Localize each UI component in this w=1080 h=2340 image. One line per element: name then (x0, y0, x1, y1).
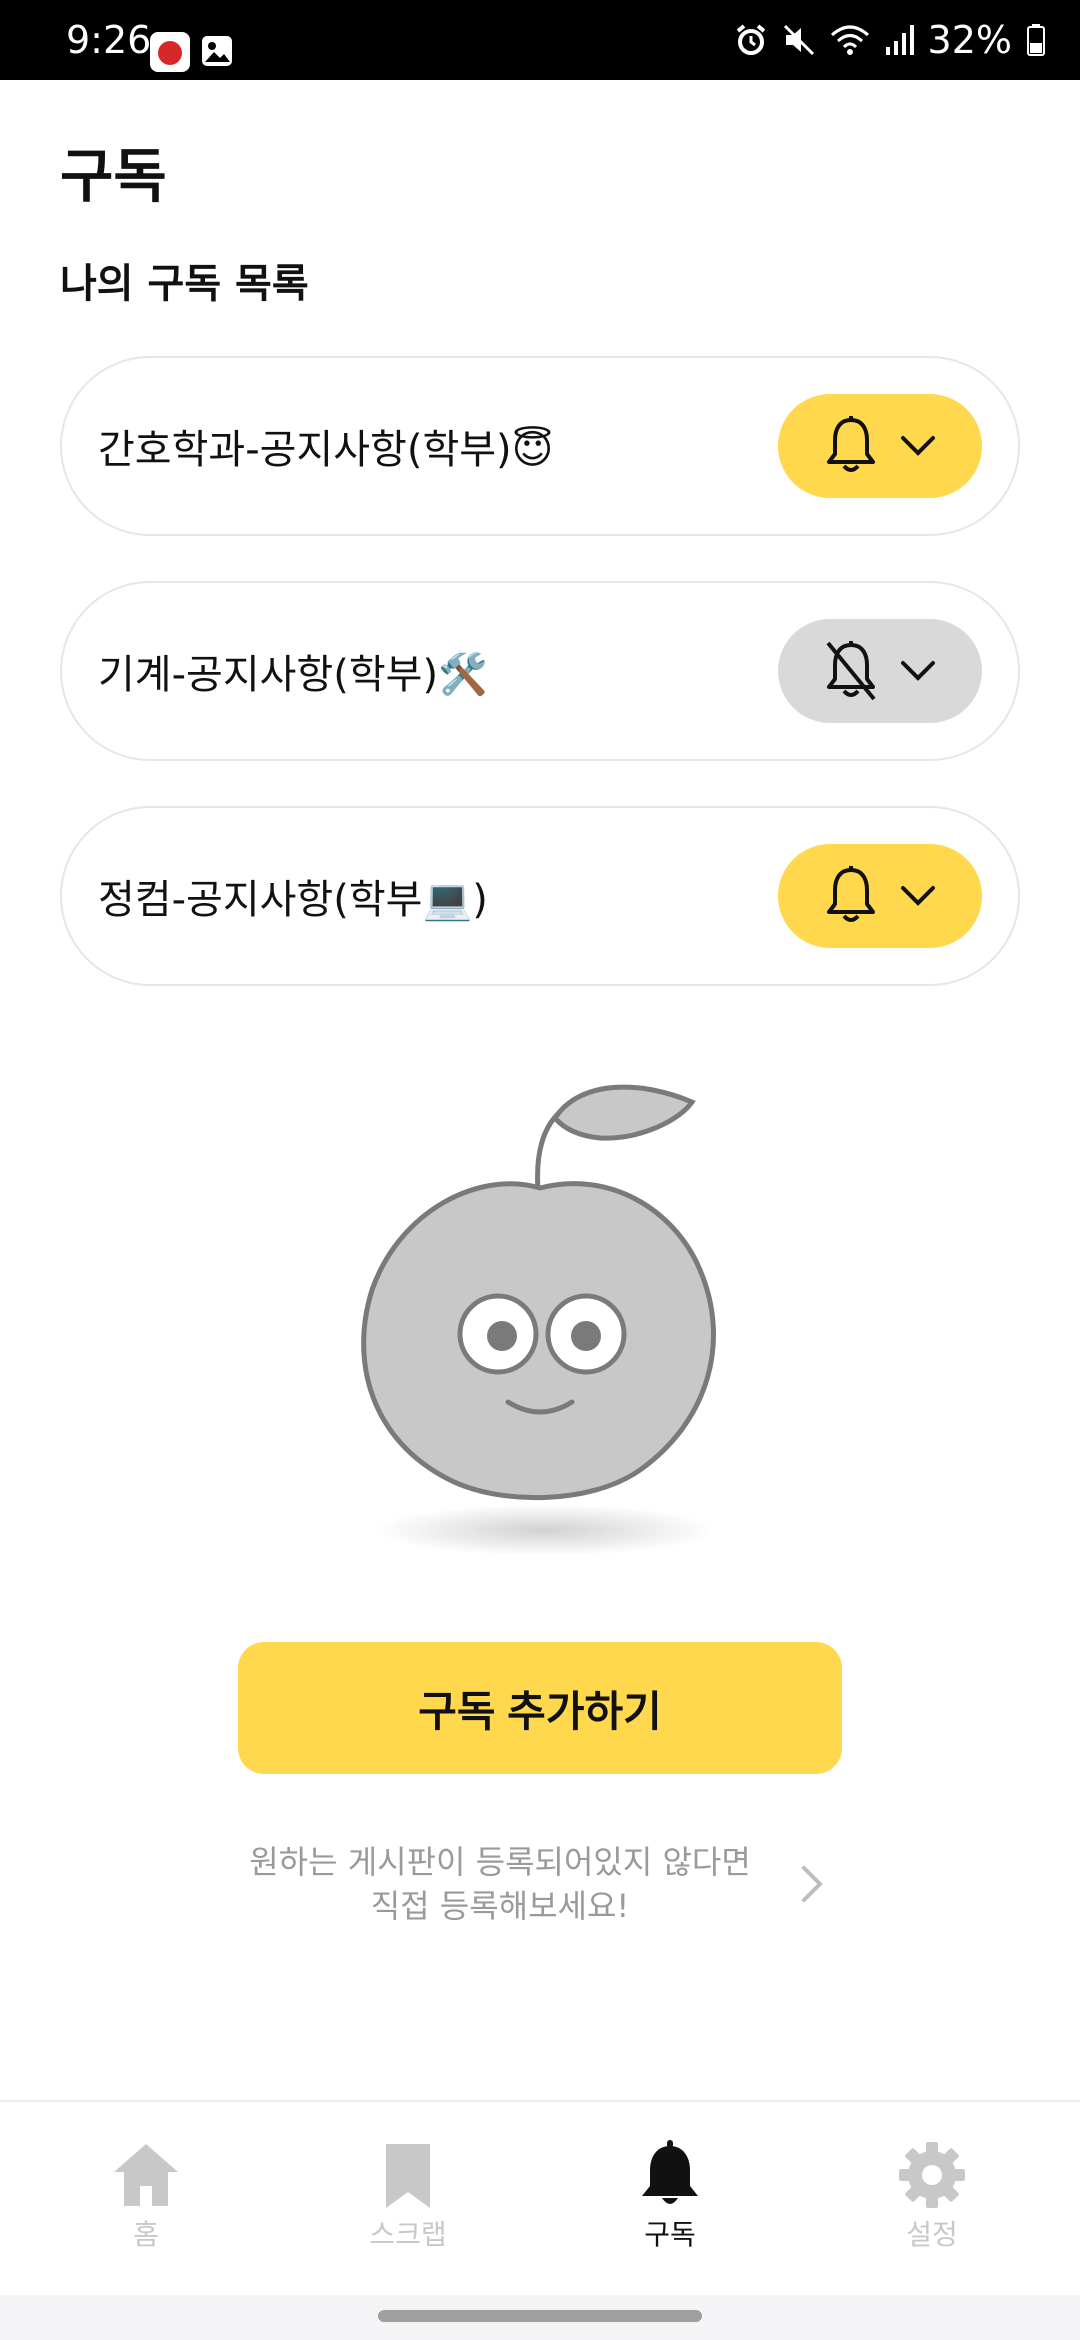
page-title: 구독 (60, 142, 167, 210)
notification-toggle[interactable] (778, 844, 982, 948)
notification-toggle[interactable] (778, 619, 982, 723)
nav-label: 홈 (133, 2218, 159, 2251)
nav-item-home[interactable]: 홈 (66, 2140, 226, 2270)
bell-off-icon (824, 639, 878, 703)
chevron-right-icon (800, 1864, 824, 1908)
home-icon (66, 2140, 226, 2210)
battery-icon (1026, 23, 1046, 57)
nav-label: 구독 (644, 2218, 696, 2251)
gear-icon (852, 2140, 1012, 2210)
add-subscription-button[interactable]: 구독 추가하기 (238, 1642, 842, 1774)
gallery-icon (200, 34, 234, 68)
battery-percent: 32% (927, 18, 1012, 62)
chevron-down-icon (900, 885, 936, 907)
register-hint-line1: 원하는 게시판이 등록되어있지 않다면 (249, 1843, 751, 1881)
nav-item-settings[interactable]: 설정 (852, 2140, 1012, 2270)
subscription-label: 기계-공지사항(학부)🛠️ (98, 652, 488, 698)
chevron-down-icon (900, 435, 936, 457)
nav-item-scrap[interactable]: 스크랩 (328, 2140, 488, 2270)
app-cherry-icon (150, 32, 190, 72)
status-time: 9:26 (66, 18, 152, 62)
status-icons: 32% (734, 18, 1046, 62)
bell-icon (824, 414, 878, 478)
subscription-card[interactable]: 정컴-공지사항(학부💻) (60, 806, 1020, 986)
nav-label: 설정 (906, 2218, 958, 2251)
register-hint-text: 원하는 게시판이 등록되어있지 않다면 직접 등록해보세요! (200, 1840, 800, 1928)
bottom-nav: 홈 스크랩 구독 설정 (0, 2100, 1080, 2295)
subscription-label: 간호학과-공지사항(학부)😇 (98, 427, 554, 473)
register-board-link[interactable]: 원하는 게시판이 등록되어있지 않다면 직접 등록해보세요! (200, 1840, 880, 1930)
signal-icon (884, 23, 914, 57)
nav-label: 스크랩 (369, 2218, 447, 2251)
bell-icon (824, 864, 878, 928)
register-hint-line2: 직접 등록해보세요! (370, 1887, 630, 1925)
status-bar: 9:26 32% (0, 0, 1080, 80)
mute-icon (782, 23, 816, 57)
section-title: 나의 구독 목록 (60, 261, 309, 307)
home-gesture-bar[interactable] (378, 2310, 702, 2322)
chevron-down-icon (900, 660, 936, 682)
bell-icon (590, 2140, 750, 2210)
bookmark-icon (328, 2140, 488, 2210)
subscription-card[interactable]: 기계-공지사항(학부)🛠️ (60, 581, 1020, 761)
wifi-icon (830, 23, 870, 57)
alarm-icon (734, 23, 768, 57)
subscription-label: 정컴-공지사항(학부💻) (98, 877, 488, 923)
cherry-mascot-illustration (340, 1060, 740, 1560)
nav-item-subscribe[interactable]: 구독 (590, 2140, 750, 2270)
notification-toggle[interactable] (778, 394, 982, 498)
subscription-card[interactable]: 간호학과-공지사항(학부)😇 (60, 356, 1020, 536)
